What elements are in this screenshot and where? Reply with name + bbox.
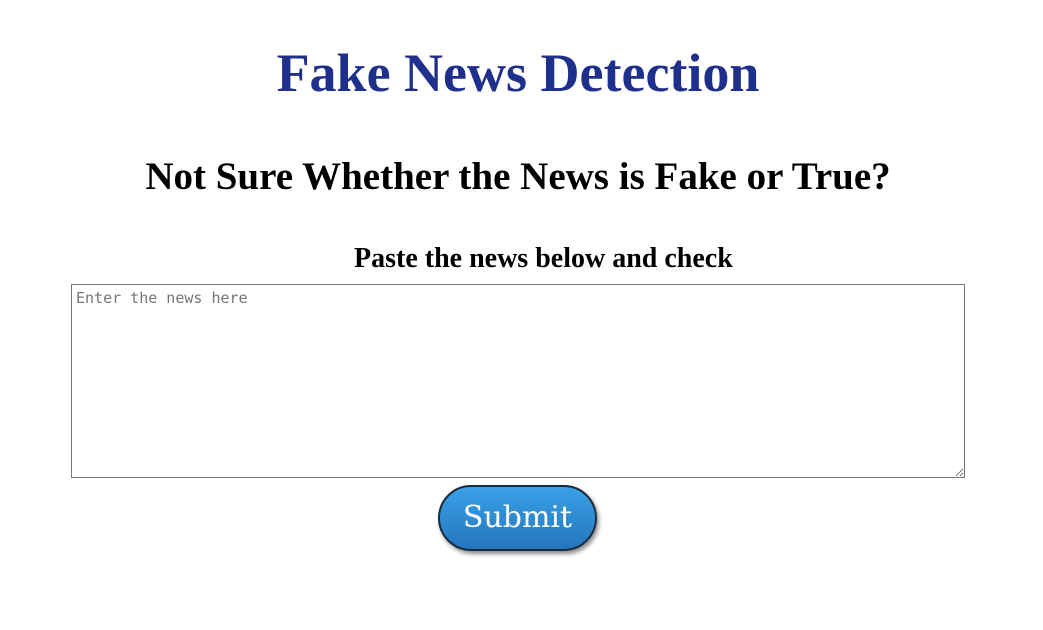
- submit-button[interactable]: Submit: [438, 485, 597, 551]
- news-input[interactable]: [71, 284, 965, 478]
- input-instruction: Paste the news below and check: [354, 243, 733, 274]
- page: Fake News Detection Not Sure Whether the…: [0, 0, 1043, 630]
- page-title: Fake News Detection: [276, 43, 760, 103]
- page-subtitle: Not Sure Whether the News is Fake or Tru…: [145, 155, 891, 198]
